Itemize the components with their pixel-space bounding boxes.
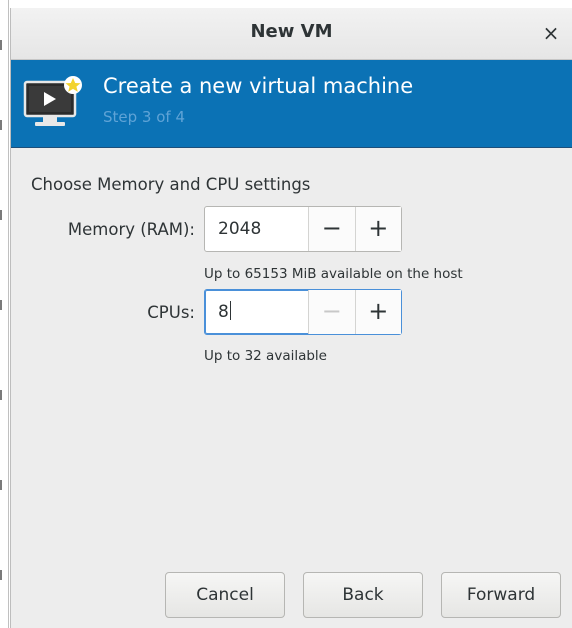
settings-content: Choose Memory and CPU settings Memory (R… (11, 148, 572, 628)
cpus-input[interactable]: 8 (205, 290, 308, 334)
memory-decrement-button[interactable]: − (308, 207, 355, 251)
cpus-spinbutton: 8 − + (204, 289, 402, 335)
back-button[interactable]: Back (303, 572, 423, 618)
memory-increment-button[interactable]: + (354, 207, 401, 251)
cpus-decrement-button[interactable]: − (308, 290, 355, 334)
cpus-value: 8 (218, 302, 229, 322)
section-label: Choose Memory and CPU settings (31, 175, 311, 194)
dialog-titlebar: New VM × (11, 8, 572, 60)
memory-input[interactable]: 2048 (205, 207, 308, 251)
memory-label: Memory (RAM): (67, 220, 195, 239)
cpus-hint: Up to 32 available (204, 348, 327, 364)
forward-button[interactable]: Forward (441, 572, 561, 618)
monitor-star-icon (23, 76, 82, 126)
cancel-button[interactable]: Cancel (165, 572, 285, 618)
close-button[interactable]: × (540, 22, 562, 44)
new-vm-dialog: New VM × Create a new virtual machine St… (10, 8, 572, 628)
banner-step: Step 3 of 4 (103, 108, 186, 126)
banner-title: Create a new virtual machine (103, 74, 414, 98)
background-window-edge (0, 0, 9, 628)
wizard-banner: Create a new virtual machine Step 3 of 4 (11, 60, 572, 148)
cpus-increment-button[interactable]: + (354, 290, 401, 334)
text-cursor (229, 301, 231, 320)
cpus-label: CPUs: (147, 303, 195, 322)
memory-spinbutton: 2048 − + (204, 206, 402, 252)
dialog-title: New VM (250, 21, 333, 42)
memory-hint: Up to 65153 MiB available on the host (204, 266, 463, 282)
close-icon: × (542, 21, 560, 45)
